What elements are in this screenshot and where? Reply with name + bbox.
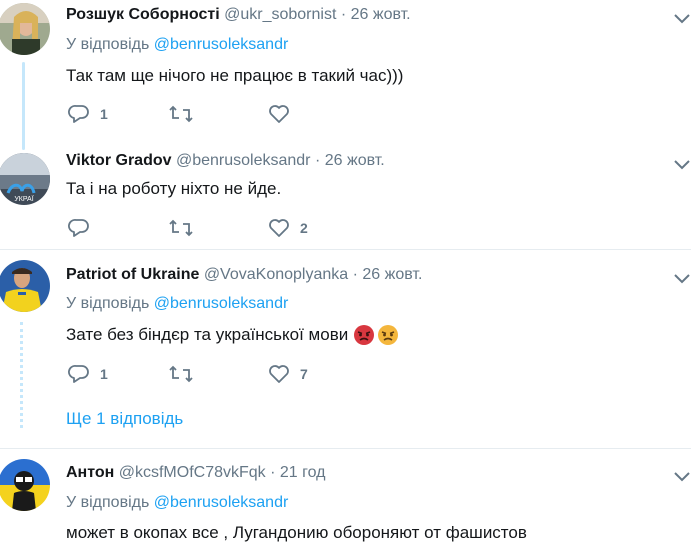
author-name[interactable]: Viktor Gradov [66, 152, 172, 169]
author-name[interactable]: Антон [66, 464, 114, 481]
reply-mention-link[interactable]: @benrusoleksandr [154, 494, 289, 511]
angry-face-emoji-icon [354, 325, 375, 345]
timestamp[interactable]: 21 год [280, 464, 326, 481]
tweet-text: Так там ще нічого не працює в такий час)… [66, 66, 404, 85]
tweet-header: Patriot of Ukraine @VovaKonoplyanka · 26… [66, 266, 422, 284]
reply-icon [68, 219, 89, 237]
chevron-down-icon[interactable] [672, 12, 691, 26]
heart-icon [269, 365, 289, 383]
author-handle[interactable]: @VovaKonoplyanka [204, 266, 348, 283]
reply-prefix: У відповідь [66, 36, 150, 53]
separator-dot: · [314, 152, 321, 169]
reply-prefix: У відповідь [66, 494, 150, 511]
tweet-text: Зате без біндєр та української мови [66, 324, 399, 346]
author-handle[interactable]: @benrusoleksandr [176, 152, 311, 169]
author-handle[interactable]: @kcsfMOfC78vkFqk [119, 464, 266, 481]
chevron-down-icon[interactable] [672, 272, 691, 286]
thread-line [22, 62, 25, 150]
author-name[interactable]: Розшук Соборності [66, 6, 220, 23]
chevron-down-icon[interactable] [672, 158, 691, 172]
angry-face-icon [378, 325, 399, 345]
tweet-2[interactable]: УКРАЇ Viktor Gradov @benrusoleksandr · 2… [0, 145, 691, 250]
reply-button[interactable]: 1 [68, 104, 108, 124]
thread-line-dotted [20, 322, 26, 428]
svg-text:УКРАЇ: УКРАЇ [14, 195, 33, 203]
reply-context: У відповідь @benrusoleksandr [66, 494, 288, 512]
avatar[interactable] [0, 3, 50, 55]
heart-icon [269, 219, 289, 237]
reply-context: У відповідь @benrusoleksandr [66, 36, 288, 54]
retweet-icon [169, 365, 193, 383]
tweet-text-body: Зате без біндєр та української мови [66, 325, 349, 344]
reply-count: 1 [100, 366, 108, 382]
reply-prefix: У відповідь [66, 295, 150, 312]
author-handle[interactable]: @ukr_sobornist [224, 6, 336, 23]
tweet-4[interactable]: Антон @kcsfMOfC78vkFqk · 21 год У відпов… [0, 449, 691, 554]
timestamp[interactable]: 26 жовт. [362, 266, 422, 283]
tweet-header: Антон @kcsfMOfC78vkFqk · 21 год [66, 464, 326, 482]
tweet-header: Розшук Соборності @ukr_sobornist · 26 жо… [66, 6, 411, 24]
retweet-icon [169, 219, 193, 237]
avatar[interactable] [0, 459, 50, 511]
tweet-text: Та і на роботу ніхто не йде. [66, 179, 282, 198]
timestamp[interactable]: 26 жовт. [325, 152, 385, 169]
reply-mention-link[interactable]: @benrusoleksandr [154, 295, 289, 312]
retweet-button[interactable] [168, 364, 194, 384]
timestamp[interactable]: 26 жовт. [351, 6, 411, 23]
like-count: 7 [300, 366, 308, 382]
tweet-1[interactable]: Розшук Соборності @ukr_sobornist · 26 жо… [0, 0, 691, 160]
tweet-text: может в окопах все , Лугандонию обороняю… [66, 523, 527, 542]
tweet-header: Viktor Gradov @benrusoleksandr · 26 жовт… [66, 152, 385, 170]
author-name[interactable]: Patriot of Ukraine [66, 266, 199, 283]
reply-mention-link[interactable]: @benrusoleksandr [154, 36, 289, 53]
retweet-icon [169, 105, 193, 123]
reply-button[interactable]: 1 [68, 364, 108, 384]
show-more-replies-link[interactable]: Ще 1 відповідь [66, 409, 183, 429]
separator-dot: · [352, 266, 358, 283]
reply-icon [68, 105, 89, 123]
reply-icon [68, 365, 89, 383]
like-button[interactable]: 7 [268, 364, 308, 384]
separator-dot: · [270, 464, 276, 481]
retweet-button[interactable] [168, 104, 194, 124]
like-button[interactable] [268, 104, 300, 124]
separator-dot: · [340, 6, 347, 23]
reply-button[interactable] [68, 218, 100, 238]
heart-icon [269, 105, 289, 123]
retweet-button[interactable] [168, 218, 194, 238]
chevron-down-icon[interactable] [672, 470, 691, 484]
reply-context: У відповідь @benrusoleksandr [66, 295, 288, 313]
avatar[interactable] [0, 260, 50, 312]
avatar[interactable]: УКРАЇ [0, 153, 50, 205]
tweet-3[interactable]: Patriot of Ukraine @VovaKonoplyanka · 26… [0, 250, 691, 448]
like-button[interactable]: 2 [268, 218, 308, 238]
like-count: 2 [300, 220, 308, 236]
reply-count: 1 [100, 106, 108, 122]
